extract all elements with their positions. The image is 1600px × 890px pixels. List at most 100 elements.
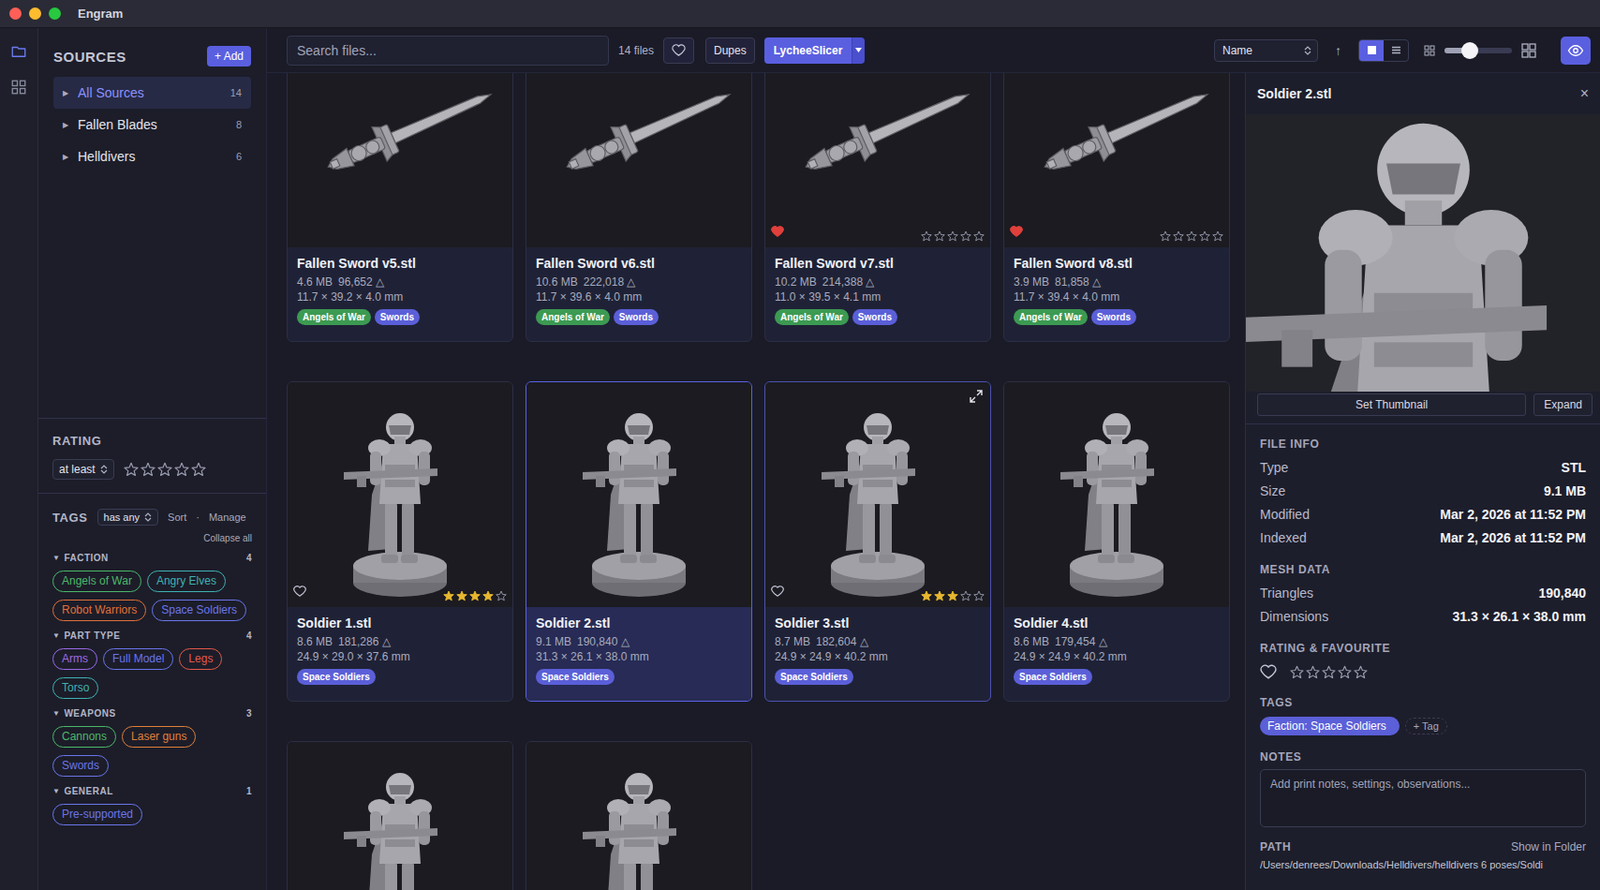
triangle-count: 179,454 △	[1054, 635, 1108, 649]
star-rating[interactable]	[123, 461, 207, 477]
add-tag-button[interactable]: + Tag	[1405, 717, 1448, 735]
file-card[interactable]: Soldier 4.stl8.6 MB179,454 △24.9 × 24.9 …	[1003, 381, 1230, 702]
app-body: SOURCES+ Add ▶All Sources14▶Fallen Blades…	[0, 28, 1600, 890]
view-button[interactable]	[1359, 40, 1384, 61]
star-rating[interactable]	[443, 590, 507, 602]
favourite-toggle[interactable]	[1259, 663, 1277, 681]
tag-chip[interactable]: Swords	[52, 755, 109, 777]
file-card[interactable]	[286, 740, 514, 890]
tag-mode-select[interactable]: has any	[97, 508, 160, 526]
sort-select[interactable]: Name	[1214, 39, 1319, 62]
star-icon	[1305, 665, 1320, 680]
file-stats: 8.7 MB182,604 △	[774, 634, 981, 650]
file-card[interactable]: Fallen Sword v8.stl3.9 MB81,858 △11.7 × …	[1003, 73, 1230, 342]
star-rating[interactable]	[920, 590, 985, 602]
thumbnail-size-slider[interactable]	[1444, 47, 1512, 54]
file-size: 4.6 MB	[296, 275, 333, 289]
source-item[interactable]: ▶Fallen Blades8	[53, 108, 252, 141]
heart-icon[interactable]	[770, 224, 785, 238]
rail-button[interactable]	[6, 74, 31, 100]
slicer-button[interactable]: LycheeSlicer	[764, 37, 866, 64]
collapse-all-link[interactable]: Collapse all	[52, 533, 252, 544]
tag-chip[interactable]: Full Model	[103, 648, 174, 670]
tag-group-header[interactable]: ▼FACTION4	[52, 552, 252, 563]
tag-chip[interactable]: Pre-supported	[52, 803, 143, 826]
heart-icon[interactable]	[1009, 224, 1023, 238]
tag-chip[interactable]: Arms	[52, 648, 98, 670]
tag-chip[interactable]: Robot Warriors	[52, 599, 147, 622]
tag-chip[interactable]: Cannons	[52, 725, 117, 748]
set-thumbnail-button[interactable]: Set Thumbnail	[1257, 393, 1526, 416]
star-icon	[1212, 230, 1224, 242]
source-label: All Sources	[77, 85, 231, 101]
group-count: 4	[246, 630, 252, 641]
expand-button[interactable]	[969, 389, 983, 407]
separator: ·	[195, 511, 200, 523]
heart-icon[interactable]	[1259, 663, 1277, 681]
tag-chip[interactable]: Space Soldiers	[151, 599, 247, 622]
file-card[interactable]: Fallen Sword v7.stl10.2 MB214,388 △11.0 …	[764, 73, 992, 342]
tag-group-header[interactable]: ▼GENERAL1	[52, 785, 252, 797]
minimize-button[interactable]	[29, 7, 42, 20]
app-window: EngramSOURCES+ Add▶All Sources14▶Fallen …	[0, 0, 1600, 890]
star-rating[interactable]	[1289, 665, 1368, 680]
favourites-filter-button[interactable]	[663, 37, 695, 64]
eye-icon	[1567, 42, 1585, 60]
file-card[interactable]: Soldier 2.stl9.1 MB190,840 △31.3 × 26.1 …	[525, 381, 753, 702]
search-field[interactable]	[286, 35, 609, 66]
tag-group-header[interactable]: ▼PART TYPE4	[52, 630, 252, 641]
star-icon	[920, 230, 933, 242]
expand-arrow[interactable]: ▶	[62, 120, 78, 130]
tag-badge[interactable]: Faction: Space Soldiers	[1259, 716, 1400, 736]
favourite-toggle[interactable]	[770, 584, 785, 602]
info-label: Dimensions	[1259, 605, 1329, 629]
tag-chip[interactable]: Laser guns	[121, 725, 196, 748]
favourite-toggle[interactable]	[770, 224, 785, 242]
manage-link[interactable]: Manage	[208, 511, 247, 523]
expand-button[interactable]: Expand	[1533, 393, 1593, 416]
favourite-toggle[interactable]	[293, 584, 307, 602]
tag-chip[interactable]: Angels of War	[52, 570, 142, 593]
expand-icon	[969, 389, 983, 403]
slicer-dropdown[interactable]	[851, 37, 865, 64]
file-card[interactable]: Soldier 1.stl8.6 MB181,286 △24.9 × 29.0 …	[286, 381, 514, 702]
sources-header: SOURCES+ Add	[53, 41, 252, 72]
heart-icon[interactable]	[293, 584, 307, 598]
rail-button[interactable]	[6, 39, 31, 64]
source-item[interactable]: ▶Helldivers6	[53, 140, 252, 173]
file-card[interactable]	[525, 740, 753, 890]
dupes-button[interactable]: Dupes	[705, 37, 756, 64]
file-count: 14 files	[618, 44, 654, 58]
source-item[interactable]: ▶All Sources14	[53, 76, 252, 109]
sort-link[interactable]: Sort	[167, 511, 187, 523]
expand-arrow[interactable]: ▶	[62, 88, 78, 98]
size-slider-thumb[interactable]	[1461, 42, 1479, 60]
rating-mode-select[interactable]: at least	[52, 459, 115, 480]
model-viewer[interactable]	[1245, 114, 1600, 392]
open-in-slicer-button[interactable]: LycheeSlicer	[764, 37, 853, 64]
sort-direction-button[interactable]: ↑	[1327, 43, 1349, 59]
favourite-toggle[interactable]	[1009, 224, 1023, 242]
star-rating[interactable]	[920, 230, 985, 242]
show-in-folder-link[interactable]: Show in Folder	[1511, 840, 1586, 854]
tag-chip[interactable]: Torso	[52, 677, 99, 699]
info-value: Mar 2, 2026 at 11:52 PM	[1439, 503, 1586, 527]
source-label: Helldivers	[77, 148, 237, 164]
zoom-button[interactable]	[48, 7, 61, 20]
preview-toggle-button[interactable]	[1560, 36, 1591, 65]
add-source-button[interactable]: + Add	[207, 45, 252, 67]
star-rating[interactable]	[1159, 230, 1224, 242]
tag-group-header[interactable]: ▼WEAPONS3	[52, 708, 252, 719]
file-card[interactable]: Fallen Sword v6.stl10.6 MB222,018 △11.7 …	[525, 73, 753, 342]
close-button[interactable]	[9, 7, 22, 20]
tag-badge: Space Soldiers	[296, 668, 376, 685]
tag-chip[interactable]: Angry Elves	[147, 570, 226, 593]
file-card[interactable]: Fallen Sword v5.stl4.6 MB96,652 △11.7 × …	[286, 73, 514, 342]
notes-field[interactable]	[1259, 769, 1586, 828]
heart-icon[interactable]	[770, 584, 785, 598]
expand-arrow[interactable]: ▶	[62, 152, 78, 162]
view-button[interactable]	[1383, 40, 1408, 61]
tag-chip[interactable]: Legs	[178, 648, 223, 670]
file-card[interactable]: Soldier 3.stl8.7 MB182,604 △24.9 × 24.9 …	[764, 381, 992, 702]
close-panel-button[interactable]: ×	[1580, 85, 1589, 103]
